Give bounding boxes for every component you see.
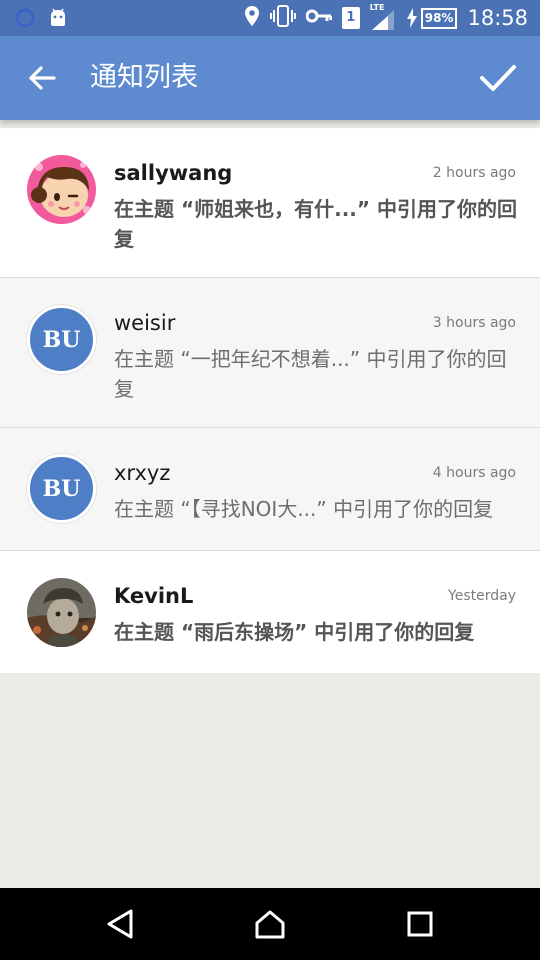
nav-back-button[interactable] [98, 902, 142, 946]
list-item[interactable]: BU weisir 3 hours ago 在主题 “一把年纪不想着...” 中… [0, 278, 540, 428]
timestamp: 2 hours ago [432, 165, 516, 181]
avatar[interactable] [27, 155, 96, 224]
check-icon [480, 65, 516, 91]
confirm-button[interactable] [472, 54, 524, 102]
username: KevinL [114, 584, 194, 608]
signal-icon: LTE [370, 3, 396, 31]
notification-text: 在主题 “一把年纪不想着...” 中引用了你的回复 [114, 347, 507, 401]
nav-home-button[interactable] [248, 902, 292, 946]
avatar[interactable]: BU [27, 454, 96, 523]
list-item[interactable]: BU xrxyz 4 hours ago 在主题 “【寻找NOI大...” 中引… [0, 428, 540, 551]
recents-icon [407, 911, 433, 937]
username: xrxyz [114, 461, 171, 485]
username: sallywang [114, 161, 233, 185]
app-toolbar: 通知列表 [0, 36, 540, 120]
battery-icon: 98% [406, 7, 458, 29]
list-item[interactable]: KevinL Yesterday 在主题 “雨后东操场” 中引用了你的回复 [0, 551, 540, 673]
back-triangle-icon [107, 909, 133, 939]
key-icon [305, 8, 333, 28]
avatar[interactable]: BU [27, 305, 96, 374]
page-title: 通知列表 [90, 62, 198, 93]
status-time: 18:58 [467, 6, 528, 30]
android-icon [48, 8, 68, 32]
timestamp: Yesterday [448, 588, 516, 604]
status-bar: 1 LTE 98% 18:58 [0, 0, 540, 36]
vibrate-icon [269, 5, 296, 31]
navigation-bar [0, 888, 540, 960]
sim-icon: 1 [341, 7, 360, 29]
avatar[interactable] [27, 578, 96, 647]
list-item[interactable]: sallywang 2 hours ago 在主题 “师姐来也，有什...” 中… [0, 128, 540, 278]
home-icon [255, 910, 285, 939]
nav-recents-button[interactable] [398, 902, 442, 946]
charging-icon [406, 8, 417, 28]
location-icon [244, 5, 260, 31]
notification-list: sallywang 2 hours ago 在主题 “师姐来也，有什...” 中… [0, 128, 540, 673]
sync-icon [14, 6, 36, 34]
notification-text: 在主题 “雨后东操场” 中引用了你的回复 [114, 620, 475, 644]
timestamp: 3 hours ago [432, 315, 516, 331]
username: weisir [114, 311, 176, 335]
notification-text: 在主题 “【寻找NOI大...” 中引用了你的回复 [114, 497, 494, 521]
timestamp: 4 hours ago [432, 465, 516, 481]
notification-text: 在主题 “师姐来也，有什...” 中引用了你的回复 [114, 197, 518, 251]
back-button[interactable] [18, 54, 66, 102]
arrow-left-icon [29, 66, 56, 90]
